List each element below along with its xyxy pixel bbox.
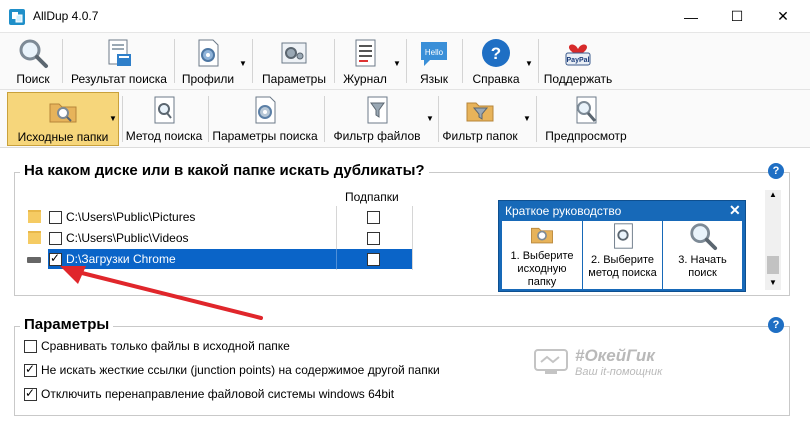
file-filter-dropdown-arrow[interactable]: ▼ — [425, 98, 435, 138]
magnifier-icon — [689, 223, 717, 251]
maximize-button[interactable]: ☐ — [714, 0, 760, 33]
toolbar-separator — [538, 39, 539, 83]
scroll-up-arrow[interactable]: ▲ — [769, 190, 777, 199]
quick-guide-title: Краткое руководство — [505, 204, 622, 218]
source-folders-icon — [46, 94, 80, 128]
language-button[interactable]: Hello Язык — [412, 35, 456, 89]
toolbar-separator — [122, 96, 123, 142]
option-label: Сравнивать только файлы в исходной папке — [41, 339, 290, 353]
secondary-toolbar: Исходные папки ▼ Метод поиска Параметры … — [0, 90, 810, 148]
option-label: Не искать жесткие ссылки (junction point… — [41, 363, 440, 377]
profiles-dropdown-arrow[interactable]: ▼ — [238, 43, 248, 83]
quick-guide-steps: 1. Выберите исходную папку 2. Выберите м… — [502, 221, 742, 289]
watermark-logo-icon — [534, 349, 568, 374]
quick-guide-close-icon[interactable]: ✕ — [729, 202, 741, 219]
search-button[interactable]: Поиск — [10, 35, 56, 89]
toolbar-separator — [174, 39, 175, 83]
window-title: AllDup 4.0.7 — [33, 9, 99, 23]
guide-step-select-folder[interactable]: 1. Выберите исходную папку — [502, 221, 582, 289]
svg-text:?: ? — [491, 44, 501, 63]
folder-icon — [28, 210, 41, 223]
drive-icon — [27, 257, 41, 263]
title-bar: AllDup 4.0.7 — ☐ ✕ — [0, 0, 810, 33]
search-method-icon — [613, 223, 633, 249]
preview-button[interactable]: Предпросмотр — [540, 92, 632, 146]
search-method-button[interactable]: Метод поиска — [124, 92, 204, 146]
parameters-section-title: Параметры — [20, 316, 114, 333]
option-checkbox[interactable] — [24, 386, 37, 401]
folder-include-checkbox[interactable] — [49, 211, 62, 224]
folders-section-title: На каком диске или в какой папке искать … — [20, 162, 429, 179]
minimize-button[interactable]: — — [668, 0, 714, 33]
toolbar-separator — [406, 39, 407, 83]
toolbar-separator — [324, 96, 325, 142]
watermark-tagline: Ваш it-помощник — [575, 366, 663, 378]
folder-icon — [28, 231, 41, 244]
guide-step-start-search[interactable]: 3. Начать поиск — [662, 221, 742, 289]
preview-icon — [569, 93, 603, 127]
subfolders-checkbox[interactable] — [367, 211, 380, 224]
source-folders-button[interactable]: Исходные папки — [7, 92, 119, 146]
column-divider — [336, 249, 337, 269]
scroll-down-arrow[interactable]: ▼ — [769, 278, 777, 287]
subfolders-checkbox[interactable] — [367, 253, 380, 266]
search-method-icon — [147, 93, 181, 127]
toolbar-separator — [536, 96, 537, 142]
svg-text:PayPal: PayPal — [567, 57, 590, 64]
folder-filter-button[interactable]: Фильтр папок — [440, 92, 520, 146]
parameters-help-icon[interactable]: ? — [768, 317, 784, 333]
magnifier-icon — [16, 36, 50, 70]
toolbar-separator — [462, 39, 463, 83]
log-dropdown-arrow[interactable]: ▼ — [392, 43, 402, 83]
folder-include-checkbox[interactable] — [49, 232, 62, 245]
search-params-icon — [248, 93, 282, 127]
quick-guide-panel: Краткое руководство ✕ 1. Выберите исходн… — [498, 200, 746, 292]
toolbar-separator — [208, 96, 209, 142]
option-checkbox[interactable] — [24, 340, 37, 353]
folder-filter-dropdown-arrow[interactable]: ▼ — [522, 98, 532, 138]
svg-text:Hello: Hello — [425, 48, 444, 57]
folders-scrollbar[interactable]: ▲ ▼ — [765, 190, 781, 290]
toolbar-separator — [438, 96, 439, 142]
folders-help-icon[interactable]: ? — [768, 163, 784, 179]
toolbar-separator — [62, 39, 63, 83]
toolbar-separator — [334, 39, 335, 83]
help-button[interactable]: ? Справка — [468, 35, 524, 89]
profiles-button[interactable]: Профили — [180, 35, 236, 89]
option-checkbox[interactable] — [24, 362, 37, 377]
source-folders-dropdown-arrow[interactable]: ▼ — [108, 98, 118, 138]
folder-search-icon — [531, 227, 553, 244]
folder-path: C:\Users\Public\Pictures — [66, 210, 196, 224]
language-icon: Hello — [417, 36, 451, 70]
donate-button[interactable]: PayPal Поддержать — [544, 35, 612, 89]
log-button[interactable]: Журнал — [340, 35, 390, 89]
settings-button[interactable]: Параметры — [258, 35, 330, 89]
toolbar-separator — [252, 39, 253, 83]
results-icon — [102, 36, 136, 70]
profiles-icon — [191, 36, 225, 70]
help-dropdown-arrow[interactable]: ▼ — [524, 43, 534, 83]
guide-step-select-method[interactable]: 2. Выберите метод поиска — [582, 221, 662, 289]
column-divider — [412, 206, 413, 270]
help-icon: ? — [479, 36, 513, 70]
annotation-arrow — [60, 266, 263, 320]
watermark-brand: #ОкейГик — [575, 346, 655, 365]
main-toolbar: Поиск Результат поиска Профили ▼ Парамет… — [0, 33, 810, 90]
search-results-button[interactable]: Результат поиска — [68, 35, 170, 89]
paypal-icon: PayPal — [561, 36, 595, 70]
option-label: Отключить перенаправление файловой систе… — [41, 387, 395, 401]
folder-filter-icon — [463, 93, 497, 127]
settings-icon — [277, 36, 311, 70]
folder-path: C:\Users\Public\Videos — [66, 231, 189, 245]
file-filter-button[interactable]: Фильтр файлов — [330, 92, 424, 146]
subfolders-column-header: Подпапки — [345, 190, 399, 204]
app-icon — [9, 9, 25, 25]
file-filter-icon — [360, 93, 394, 127]
search-params-button[interactable]: Параметры поиска — [210, 92, 320, 146]
close-button[interactable]: ✕ — [760, 0, 806, 33]
log-icon — [348, 36, 382, 70]
subfolders-checkbox[interactable] — [367, 232, 380, 245]
scrollbar-thumb[interactable] — [767, 256, 779, 274]
